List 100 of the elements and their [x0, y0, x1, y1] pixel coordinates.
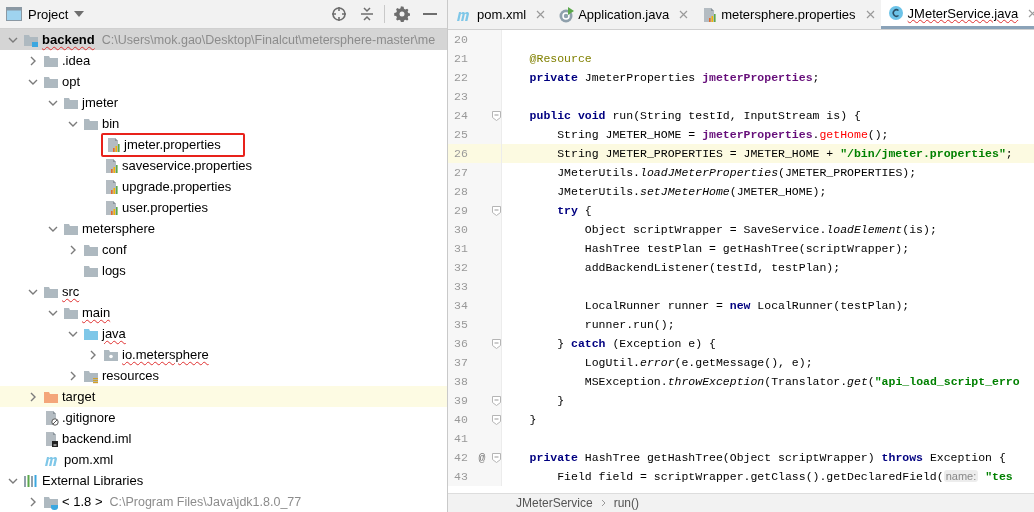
- tab-label: Application.java: [578, 7, 670, 22]
- code-line: private HashTree getHashTree(Object scriptWrapper) throws Exception {: [528, 450, 1006, 466]
- tree-row[interactable]: upgrade.properties: [0, 176, 447, 197]
- dropdown-caret-icon[interactable]: [74, 11, 85, 17]
- chevron-right-icon[interactable]: [30, 391, 36, 402]
- tab-label: metersphere.properties: [721, 7, 856, 22]
- tree-item-label[interactable]: logs: [102, 263, 126, 278]
- tree-item-label[interactable]: jmeter.properties: [124, 137, 221, 152]
- settings-button[interactable]: [391, 3, 413, 25]
- tree-row[interactable]: user.properties: [0, 197, 447, 218]
- tree-item-label[interactable]: main: [82, 305, 111, 320]
- tree-item-label[interactable]: conf: [102, 242, 127, 257]
- line-number: 33: [453, 279, 469, 295]
- path-text: C:\Program Files\Java\jdk1.8.0_77: [109, 494, 302, 509]
- tree-item-label[interactable]: user.properties: [122, 200, 208, 215]
- line-number: 40: [453, 412, 469, 428]
- tree-item-label[interactable]: upgrade.properties: [122, 179, 232, 194]
- editor-tab[interactable]: JMeterService.java: [880, 0, 1034, 29]
- tree-row[interactable]: jmeter.properties: [0, 134, 447, 155]
- breadcrumb-item[interactable]: run(): [613, 496, 640, 510]
- tree-row[interactable]: bin: [0, 113, 447, 134]
- code-line: runner.run();: [583, 317, 675, 333]
- chevron-right-icon: [600, 499, 606, 507]
- panel-title[interactable]: Project: [28, 6, 69, 22]
- editor-tab[interactable]: metersphere.properties: [694, 0, 881, 29]
- tree-row[interactable]: resources: [0, 365, 447, 386]
- editor-tab[interactable]: pom.xml: [448, 0, 552, 29]
- fold-marker-icon[interactable]: [491, 338, 501, 349]
- tree-item-label[interactable]: opt: [62, 74, 81, 89]
- chevron-down-icon[interactable]: [28, 288, 38, 295]
- chevron-down-icon[interactable]: [48, 309, 58, 316]
- code-line: public void run(String testId, InputStream is) {: [528, 108, 861, 124]
- tree-item-label[interactable]: src: [62, 284, 80, 299]
- tree-item-label[interactable]: saveservice.properties: [122, 158, 253, 173]
- tree-row[interactable]: src: [0, 281, 447, 302]
- tree-row[interactable]: metersphere: [0, 218, 447, 239]
- chevron-right-icon[interactable]: [30, 55, 36, 66]
- chevron-right-icon[interactable]: [70, 244, 76, 255]
- tree-item-label[interactable]: .gitignore: [62, 410, 116, 425]
- chevron-down-icon[interactable]: [48, 225, 58, 232]
- tree-row[interactable]: opt: [0, 71, 447, 92]
- chevron-down-icon[interactable]: [48, 99, 58, 106]
- code-line: JMeterUtils.setJMeterHome(JMETER_HOME);: [556, 184, 827, 200]
- tree-item-label[interactable]: External Libraries: [42, 473, 144, 488]
- tree-item-label[interactable]: jmeter: [82, 95, 119, 110]
- tree-row[interactable]: pom.xml: [0, 449, 447, 470]
- tree-item-label[interactable]: backend.iml: [62, 431, 132, 446]
- line-number: 30: [453, 222, 469, 238]
- properties-file-icon: [103, 178, 119, 195]
- close-icon[interactable]: [865, 10, 875, 19]
- tree-item-label[interactable]: bin: [102, 116, 120, 131]
- properties-file-icon: [103, 199, 119, 216]
- tree-row[interactable]: External Libraries: [0, 470, 447, 491]
- tree-row[interactable]: java: [0, 323, 447, 344]
- tree-item-label[interactable]: target: [62, 389, 96, 404]
- tree-item-label[interactable]: pom.xml: [64, 452, 114, 467]
- fold-marker-icon[interactable]: [491, 205, 501, 216]
- chevron-down-icon[interactable]: [8, 36, 18, 43]
- tree-row[interactable]: < 1.8 > C:\Program Files\Java\jdk1.8.0_77: [0, 491, 447, 512]
- code-line: LocalRunner runner = new LocalRunner(testPlan);: [583, 298, 910, 314]
- fold-marker-icon[interactable]: [491, 452, 501, 463]
- chevron-down-icon[interactable]: [68, 330, 78, 337]
- tree-item-label[interactable]: metersphere: [82, 221, 155, 236]
- chevron-right-icon[interactable]: [30, 496, 36, 507]
- tree-row[interactable]: backend C:\Users\mok.gao\Desktop\Finalcut\metersphere-master\me: [0, 29, 447, 50]
- tree-item-label[interactable]: < 1.8 >: [62, 494, 103, 509]
- chevron-right-icon[interactable]: [90, 349, 96, 360]
- tree-row[interactable]: .idea: [0, 50, 447, 71]
- tree-item-label[interactable]: .idea: [62, 53, 91, 68]
- tree-row[interactable]: target: [0, 386, 447, 407]
- editor-tab[interactable]: Application.java: [551, 0, 695, 29]
- chevron-down-icon[interactable]: [8, 477, 18, 484]
- gutter-marker[interactable]: @: [478, 451, 486, 464]
- line-number: 26: [453, 146, 469, 162]
- line-number: 43: [453, 469, 469, 485]
- chevron-right-icon[interactable]: [70, 370, 76, 381]
- tree-row[interactable]: io.metersphere: [0, 344, 447, 365]
- close-icon[interactable]: [1028, 8, 1034, 18]
- close-icon[interactable]: [679, 10, 689, 19]
- breadcrumb-item[interactable]: JMeterService: [516, 496, 593, 510]
- tree-row[interactable]: jmeter: [0, 92, 447, 113]
- chevron-down-icon[interactable]: [68, 120, 78, 127]
- code-line: addBackendListener(testId, testPlan);: [583, 260, 841, 276]
- fold-marker-icon[interactable]: [491, 110, 501, 121]
- tree-row[interactable]: .gitignore: [0, 407, 447, 428]
- tree-item-label[interactable]: io.metersphere: [122, 347, 209, 362]
- tree-item-label[interactable]: java: [102, 326, 126, 341]
- tree-row[interactable]: logs: [0, 260, 447, 281]
- chevron-down-icon[interactable]: [28, 78, 38, 85]
- tree-item-label[interactable]: resources: [102, 368, 160, 383]
- tree-row[interactable]: main: [0, 302, 447, 323]
- close-icon[interactable]: [536, 10, 546, 19]
- tree-row[interactable]: backend.iml: [0, 428, 447, 449]
- fold-marker-icon[interactable]: [491, 414, 501, 425]
- code-line: @Resource: [528, 51, 592, 67]
- tree-row[interactable]: saveservice.properties: [0, 155, 447, 176]
- code-line: JMeterUtils.loadJMeterProperties(JMETER_PROPERTIES);: [556, 165, 917, 181]
- tree-row[interactable]: conf: [0, 239, 447, 260]
- tree-item-label[interactable]: backend: [42, 32, 95, 47]
- fold-marker-icon[interactable]: [491, 395, 501, 406]
